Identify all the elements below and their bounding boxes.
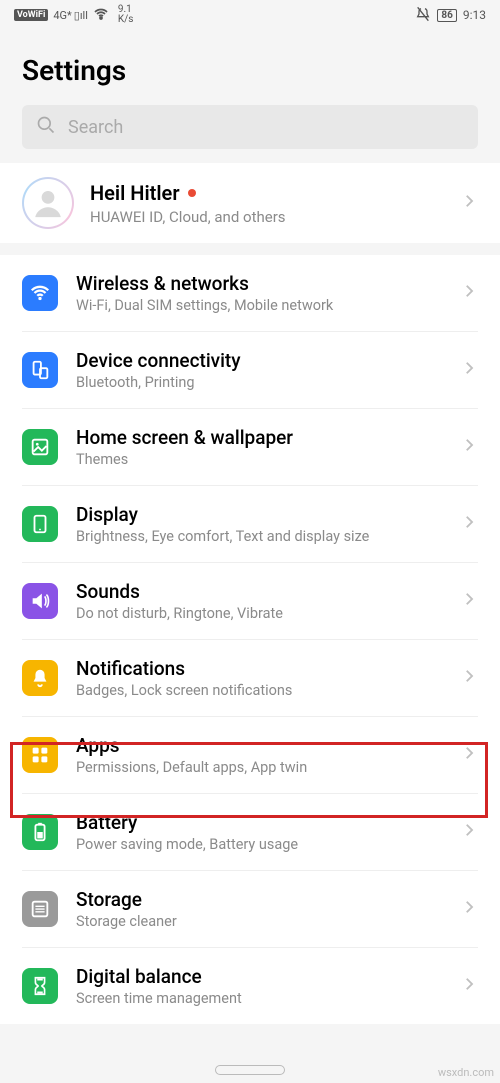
profile-subtitle: HUAWEI ID, Cloud, and others (90, 208, 444, 226)
chevron-right-icon (460, 821, 478, 843)
battery-icon (22, 814, 58, 850)
item-subtitle: Themes (76, 451, 442, 468)
item-subtitle: Bluetooth, Printing (76, 374, 442, 391)
status-bar: VoWiFi 4G* ▯ıll 9.1 K/s 86 9:13 (0, 0, 500, 30)
item-text: Battery Power saving mode, Battery usage (76, 811, 442, 853)
settings-item-home[interactable]: Home screen & wallpaper Themes (22, 409, 478, 486)
digital-icon (22, 968, 58, 1004)
item-text: Wireless & networks Wi-Fi, Dual SIM sett… (76, 272, 442, 314)
settings-item-storage[interactable]: Storage Storage cleaner (22, 871, 478, 948)
item-subtitle: Wi-Fi, Dual SIM settings, Mobile network (76, 297, 442, 314)
profile-name: Heil Hitler (90, 181, 180, 205)
battery-indicator: 86 (437, 9, 456, 22)
item-text: Storage Storage cleaner (76, 888, 442, 930)
apps-icon (22, 737, 58, 773)
notification-dot (188, 189, 196, 197)
home-icon (22, 429, 58, 465)
item-text: Display Brightness, Eye comfort, Text an… (76, 503, 442, 545)
clock: 9:13 (463, 8, 486, 22)
notifications-icon (22, 660, 58, 696)
chevron-right-icon (460, 192, 478, 214)
device-icon (22, 352, 58, 388)
settings-item-display[interactable]: Display Brightness, Eye comfort, Text an… (22, 486, 478, 563)
mute-icon (415, 6, 431, 25)
item-subtitle: Permissions, Default apps, App twin (76, 759, 442, 776)
chevron-right-icon (460, 975, 478, 997)
chevron-right-icon (460, 898, 478, 920)
profile-item[interactable]: Heil Hitler HUAWEI ID, Cloud, and others (0, 163, 500, 243)
item-text: Home screen & wallpaper Themes (76, 426, 442, 468)
search-icon (36, 115, 56, 139)
chevron-right-icon (460, 436, 478, 458)
settings-item-battery[interactable]: Battery Power saving mode, Battery usage (22, 794, 478, 871)
settings-item-notifications[interactable]: Notifications Badges, Lock screen notifi… (22, 640, 478, 717)
item-title: Notifications (76, 657, 442, 680)
item-title: Digital balance (76, 965, 442, 988)
signal-icon: ▯ıll (74, 9, 88, 22)
item-title: Display (76, 503, 442, 526)
sounds-icon (22, 583, 58, 619)
item-subtitle: Storage cleaner (76, 913, 442, 930)
item-title: Storage (76, 888, 442, 911)
item-title: Device connectivity (76, 349, 442, 372)
settings-item-wireless[interactable]: Wireless & networks Wi-Fi, Dual SIM sett… (22, 255, 478, 332)
wireless-icon (22, 275, 58, 311)
item-title: Sounds (76, 580, 442, 603)
status-left: VoWiFi 4G* ▯ıll 9.1 K/s (14, 5, 133, 25)
chevron-right-icon (460, 282, 478, 304)
chevron-right-icon (460, 513, 478, 535)
item-subtitle: Power saving mode, Battery usage (76, 836, 442, 853)
gesture-bar (215, 1065, 285, 1075)
chevron-right-icon (460, 590, 478, 612)
item-title: Apps (76, 734, 442, 757)
wifi-icon (93, 6, 109, 25)
avatar (22, 177, 74, 229)
network-type: 4G* (53, 9, 71, 22)
settings-item-digital[interactable]: Digital balance Screen time management (22, 948, 478, 1024)
item-text: Digital balance Screen time management (76, 965, 442, 1007)
settings-list: Wireless & networks Wi-Fi, Dual SIM sett… (0, 255, 500, 1024)
item-subtitle: Badges, Lock screen notifications (76, 682, 442, 699)
item-subtitle: Brightness, Eye comfort, Text and displa… (76, 528, 442, 545)
search-placeholder: Search (68, 117, 123, 138)
settings-item-apps[interactable]: Apps Permissions, Default apps, App twin (22, 717, 478, 794)
search-input[interactable]: Search (22, 105, 478, 149)
item-subtitle: Screen time management (76, 990, 442, 1007)
item-text: Notifications Badges, Lock screen notifi… (76, 657, 442, 699)
page-title: Settings (0, 30, 500, 105)
settings-item-sounds[interactable]: Sounds Do not disturb, Ringtone, Vibrate (22, 563, 478, 640)
storage-icon (22, 891, 58, 927)
item-text: Apps Permissions, Default apps, App twin (76, 734, 442, 776)
watermark: wsxdn.com (438, 1066, 494, 1079)
chevron-right-icon (460, 359, 478, 381)
item-text: Sounds Do not disturb, Ringtone, Vibrate (76, 580, 442, 622)
chevron-right-icon (460, 744, 478, 766)
item-title: Home screen & wallpaper (76, 426, 442, 449)
item-title: Battery (76, 811, 442, 834)
item-subtitle: Do not disturb, Ringtone, Vibrate (76, 605, 442, 622)
network-indicator: 4G* ▯ıll (53, 9, 88, 22)
chevron-right-icon (460, 667, 478, 689)
speed-indicator: 9.1 K/s (118, 5, 134, 25)
status-right: 86 9:13 (415, 6, 486, 25)
item-title: Wireless & networks (76, 272, 442, 295)
item-text: Device connectivity Bluetooth, Printing (76, 349, 442, 391)
display-icon (22, 506, 58, 542)
profile-text: Heil Hitler HUAWEI ID, Cloud, and others (90, 181, 444, 226)
vowifi-badge: VoWiFi (14, 9, 48, 21)
settings-item-device[interactable]: Device connectivity Bluetooth, Printing (22, 332, 478, 409)
